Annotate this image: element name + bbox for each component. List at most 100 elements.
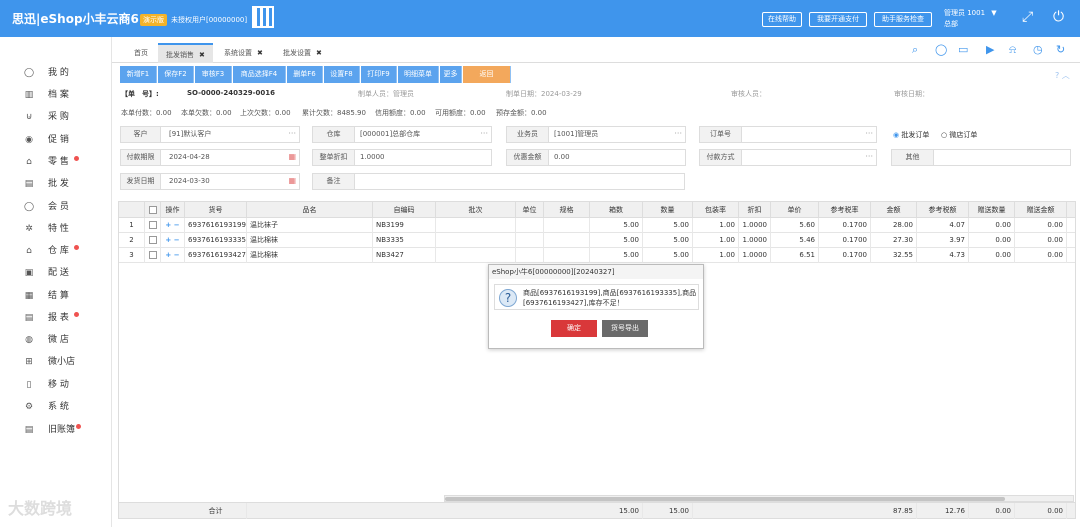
sidebar-item-warehouse[interactable]: ⌂ 仓 库 <box>0 241 112 261</box>
save-button[interactable]: 保存F2 <box>158 66 194 83</box>
bag-icon: ⌂ <box>26 157 32 167</box>
open-payment-button[interactable]: 我要开通支付 <box>809 12 867 27</box>
refresh-icon[interactable]: ↻ <box>1056 43 1065 56</box>
dialog-title: eShop小牛6[00000000][20240327] <box>489 265 703 279</box>
promo-amount-field[interactable]: 优惠金额 0.00 <box>506 149 686 166</box>
license-text: 未授权用户[00000000] <box>171 16 248 24</box>
user-info[interactable]: 管理员 1001 ▼ 总部 <box>944 8 997 30</box>
sidebar-item-mobile[interactable]: ▯ 移 动 <box>0 375 112 395</box>
row-add-remove-icon[interactable]: + − <box>161 218 185 233</box>
total-amount: 87.85 <box>871 503 917 519</box>
table-footer: 合计 15.00 15.00 87.85 12.76 0.00 0.00 <box>119 502 1075 519</box>
close-icon[interactable]: ✖ <box>316 49 322 57</box>
close-icon[interactable]: ✖ <box>257 49 263 57</box>
tab-wholesale-sales[interactable]: 批发销售 ✖ <box>158 43 213 63</box>
sidebar-item-promotion[interactable]: ◉ 促 销 <box>0 130 112 150</box>
sidebar-item-mini-store[interactable]: ⊞ 微小店 <box>0 352 112 372</box>
search-icon[interactable]: ⌕ <box>912 43 918 57</box>
user-menu-chevron-icon[interactable]: ▼ <box>991 9 996 17</box>
sidebar-item-retail[interactable]: ⌂ 零 售 <box>0 152 112 172</box>
eye-icon: ◉ <box>25 135 33 145</box>
table-row[interactable]: 1 + − 6937616193199 温比袜子 NB3199 5.00 5.0… <box>119 218 1075 233</box>
select-all-checkbox[interactable] <box>145 202 161 218</box>
remark-field[interactable]: 备注 <box>312 173 685 190</box>
user-org: 总部 <box>944 20 958 28</box>
detail-menu-button[interactable]: 明细菜单 <box>398 66 439 83</box>
warehouse-field[interactable]: 仓库 [000001]总部仓库 ··· <box>312 126 492 143</box>
close-icon[interactable]: ✖ <box>199 51 205 59</box>
clock-icon[interactable]: ◷ <box>1033 43 1043 56</box>
product-select-button[interactable]: 商品选择F4 <box>233 66 286 83</box>
delete-button[interactable]: 删单F6 <box>287 66 323 83</box>
export-sku-button[interactable]: 货号导出 <box>602 320 648 337</box>
scrollbar-thumb[interactable] <box>445 497 1005 501</box>
sidebar-item-microstore[interactable]: ◍ 微 店 <box>0 330 112 350</box>
sidebar-item-purchase[interactable]: ⊍ 采 购 <box>0 107 112 127</box>
ok-button[interactable]: 确定 <box>551 320 597 337</box>
sidebar-item-system[interactable]: ⚙ 系 统 <box>0 397 112 417</box>
calendar-icon: ▦ <box>288 176 296 185</box>
shop-icon: ⊞ <box>25 357 33 367</box>
row-add-remove-icon[interactable]: + − <box>161 233 185 248</box>
new-button[interactable]: 新增F1 <box>120 66 157 83</box>
sidebar-item-report[interactable]: ▤ 报 表 <box>0 308 112 328</box>
horizontal-scrollbar[interactable] <box>444 495 1074 502</box>
online-help-button[interactable]: 在线帮助 <box>762 12 802 27</box>
sidebar-item-member[interactable]: ◯ 会 员 <box>0 197 112 217</box>
settings-button[interactable]: 设置F8 <box>324 66 360 83</box>
row-add-remove-icon[interactable]: + − <box>161 248 185 263</box>
row-checkbox[interactable] <box>145 233 161 248</box>
summary-owe: 本单欠数：0.00 <box>181 109 232 117</box>
more-button[interactable]: 更多 <box>440 66 462 83</box>
help-icon[interactable]: ? ︿ <box>1055 70 1070 81</box>
table-row[interactable]: 3 + − 6937616193427 温比棉袜 NB3427 5.00 5.0… <box>119 248 1075 263</box>
row-checkbox[interactable] <box>145 218 161 233</box>
person-icon: ◯ <box>23 68 35 78</box>
notification-dot <box>76 424 81 429</box>
power-icon[interactable]: ⏻ <box>1053 10 1064 24</box>
sidebar-item-mine[interactable]: ◯ 我 的 <box>0 63 112 83</box>
tab-system-settings[interactable]: 系统设置 ✖ <box>216 43 271 63</box>
total-gift-amount: 0.00 <box>1015 503 1067 519</box>
other-field[interactable]: 其他 <box>891 149 1071 166</box>
doc-no-label: 【单 号】: <box>121 90 159 98</box>
sidebar-item-settlement[interactable]: ▦ 结 算 <box>0 286 112 306</box>
sidebar-item-wholesale[interactable]: ▤ 批 发 <box>0 174 112 194</box>
pay-method-field[interactable]: 付款方式 ··· <box>699 149 877 166</box>
sidebar-item-archive[interactable]: ▥ 档 案 <box>0 85 112 105</box>
chat-icon[interactable]: ◯ <box>935 43 947 56</box>
dialog-message: 商品[6937616193199],商品[6937616193335],商品[6… <box>523 289 697 307</box>
radio-microstore-order[interactable]: ○ 微店订单 <box>941 130 977 140</box>
question-icon: ? <box>499 289 517 307</box>
sidebar-item-feature[interactable]: ✲ 特 性 <box>0 219 112 239</box>
sidebar-item-delivery[interactable]: ▣ 配 送 <box>0 263 112 283</box>
print-button[interactable]: 打印F9 <box>361 66 397 83</box>
customer-field[interactable]: 客户 [91]默认客户 ··· <box>120 126 300 143</box>
sidebar-item-old-ledger[interactable]: ▤ 旧账簿 <box>0 420 112 440</box>
tab-wholesale-settings[interactable]: 批发设置 ✖ <box>275 43 330 63</box>
ship-date-field[interactable]: 发货日期 2024-03-30 ▦ <box>120 173 300 190</box>
total-gift-qty: 0.00 <box>969 503 1015 519</box>
user-icon: ◯ <box>23 202 35 212</box>
folder-icon[interactable]: ▭ <box>958 43 968 56</box>
radio-wholesale-order[interactable]: ◉ 批发订单 <box>893 130 929 140</box>
table-row[interactable]: 2 + − 6937616193335 温比棉袜 NB3335 5.00 5.0… <box>119 233 1075 248</box>
total-label: 合计 <box>185 503 247 519</box>
return-button[interactable]: 返回 <box>463 66 511 83</box>
discount-field[interactable]: 整单折扣 1.0000 <box>312 149 492 166</box>
audit-button[interactable]: 审核F3 <box>195 66 232 83</box>
bell-icon[interactable]: ⍾ <box>1009 43 1016 57</box>
video-icon[interactable]: ▶ <box>986 43 994 56</box>
pay-term-field[interactable]: 付款期限 2024-04-28 ▦ <box>120 149 300 166</box>
service-check-button[interactable]: 助手服务检查 <box>874 12 932 27</box>
row-checkbox[interactable] <box>145 248 161 263</box>
auditor: 审核人员： <box>731 90 766 98</box>
stock-warning-dialog: eShop小牛6[00000000][20240327] ? 商品[693761… <box>488 264 704 349</box>
tab-home[interactable]: 首页 <box>126 43 156 63</box>
salesman-field[interactable]: 业务员 [1001]管理员 ··· <box>506 126 686 143</box>
order-no-field[interactable]: 订单号 ··· <box>699 126 877 143</box>
fullscreen-icon[interactable]: ⤢ <box>1022 10 1033 24</box>
maker: 制单人员：管理员 <box>358 90 414 98</box>
warehouse-icon: ⌂ <box>26 246 32 256</box>
qr-code-icon[interactable] <box>252 6 274 28</box>
